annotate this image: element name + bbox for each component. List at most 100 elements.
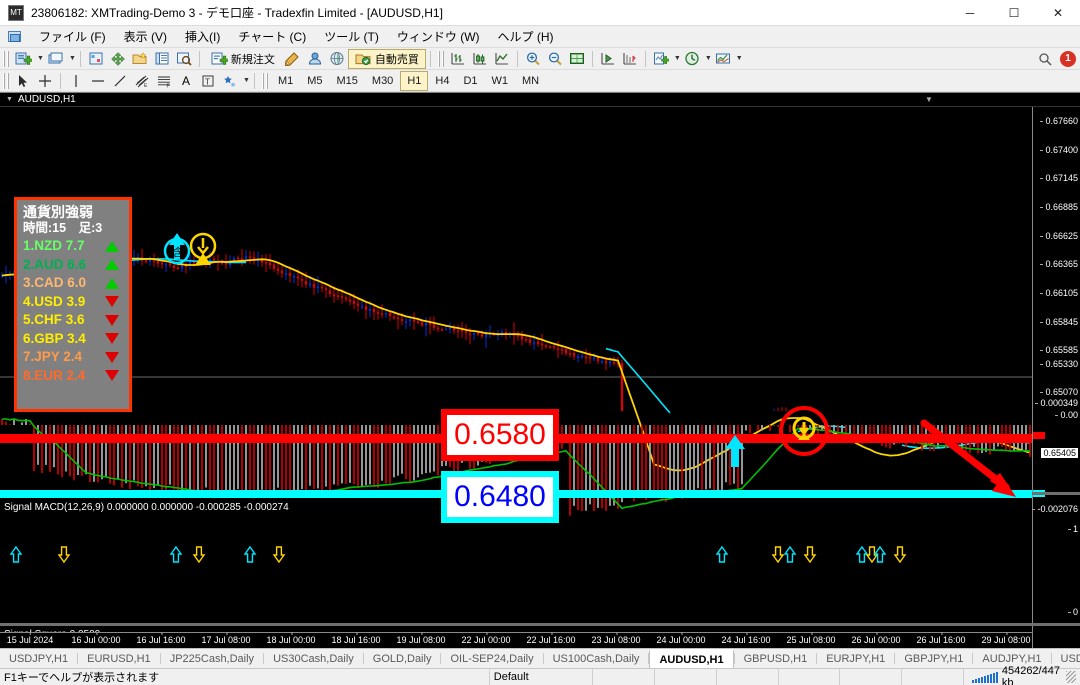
- templates-button[interactable]: [712, 49, 734, 69]
- timeframe-d1[interactable]: D1: [456, 71, 484, 91]
- currency-strength-row: 1.NZD 7.7: [23, 237, 123, 256]
- time-axis-label: 16 Jul 16:00: [136, 632, 186, 645]
- menu-window[interactable]: ウィンドウ (W): [388, 25, 489, 48]
- new-chart-button[interactable]: [12, 49, 35, 69]
- chart-collapse-icon[interactable]: ▼: [925, 95, 933, 104]
- timeframe-m30[interactable]: M30: [365, 71, 400, 91]
- zoom-out-button[interactable]: [544, 49, 566, 69]
- time-axis-label: 15 Jul 2024: [6, 632, 54, 645]
- line-chart-button[interactable]: [491, 49, 513, 69]
- timeframe-m15[interactable]: M15: [330, 71, 365, 91]
- menu-charts[interactable]: チャート (C): [229, 25, 315, 48]
- chart-tab[interactable]: EURJPY,H1: [817, 649, 894, 668]
- timeframe-mn[interactable]: MN: [515, 71, 546, 91]
- chart-shift-button[interactable]: [597, 49, 619, 69]
- candlestick-chart-button[interactable]: [469, 49, 491, 69]
- navigator-button[interactable]: [129, 49, 151, 69]
- text-button[interactable]: A: [175, 71, 197, 91]
- menu-help[interactable]: ヘルプ (H): [489, 25, 563, 48]
- new-order-button[interactable]: 新規注文: [204, 49, 282, 69]
- toolbar-grip[interactable]: [3, 50, 9, 67]
- price-axis-tick: 0.00: [1055, 410, 1078, 420]
- profiles-dropdown-icon[interactable]: ▼: [69, 55, 76, 62]
- profiles-button[interactable]: [44, 49, 67, 69]
- chart-area[interactable]: ▼ AUDUSD,H1 ▼ Signal MACD(12,26,9) 0.000…: [0, 92, 1080, 648]
- chart-tab[interactable]: GBPUSD,H1: [735, 649, 817, 668]
- templates-dropdown-icon[interactable]: ▼: [736, 55, 743, 62]
- status-cell-4: [779, 668, 841, 685]
- toolbar-separator-5: [591, 50, 593, 67]
- triangle-up-icon: [105, 240, 119, 252]
- timeframes-button[interactable]: [681, 49, 703, 69]
- time-axis-label: 19 Jul 08:00: [396, 632, 446, 645]
- metaeditor-button[interactable]: [282, 49, 304, 69]
- text-label-button[interactable]: T: [197, 71, 219, 91]
- crosshair-button[interactable]: [34, 71, 56, 91]
- timeframe-w1[interactable]: W1: [485, 71, 516, 91]
- mql5-community-button[interactable]: [326, 49, 348, 69]
- market-watch-button[interactable]: [85, 49, 107, 69]
- tile-windows-button[interactable]: [566, 49, 588, 69]
- chart-tab[interactable]: USDJPY,H1: [0, 649, 77, 668]
- timeframe-m5[interactable]: M5: [300, 71, 329, 91]
- currency-strength-row: 2.AUD 6.6: [23, 256, 123, 275]
- status-traffic-label: 454262/447 kb: [1001, 665, 1060, 685]
- vertical-line-button[interactable]: [65, 71, 87, 91]
- pane-splitter-signal[interactable]: [0, 623, 1080, 626]
- horizontal-line-button[interactable]: [87, 71, 109, 91]
- shapes-button[interactable]: [219, 71, 241, 91]
- trendline-button[interactable]: [109, 71, 131, 91]
- chart-tab[interactable]: AUDUSD,H1: [649, 649, 734, 668]
- equidistant-channel-button[interactable]: E: [131, 71, 153, 91]
- expert-advisors-button[interactable]: [304, 49, 326, 69]
- chart-window-header: ▼ AUDUSD,H1: [0, 93, 1080, 107]
- chart-tab[interactable]: US100Cash,Daily: [544, 649, 649, 668]
- restore-window-icon[interactable]: [6, 29, 24, 45]
- strategy-tester-button[interactable]: [173, 49, 195, 69]
- chart-tab[interactable]: GOLD,Daily: [364, 649, 441, 668]
- time-axis[interactable]: 15 Jul 2024 16 Jul 00:00 16 Jul 16:00 17 Ju…: [0, 632, 1032, 648]
- metatrader-window: MT 23806182: XMTrading-Demo 3 - デモ口座 - T…: [0, 0, 1080, 685]
- toolbar-grip-2[interactable]: [437, 50, 444, 67]
- menu-file[interactable]: ファイル (F): [30, 25, 115, 48]
- data-window-button[interactable]: [107, 49, 129, 69]
- chart-tab[interactable]: OIL-SEP24,Daily: [441, 649, 542, 668]
- menu-view[interactable]: 表示 (V): [115, 25, 176, 48]
- auto-trading-button[interactable]: 自動売買: [347, 48, 426, 69]
- resize-grip-icon[interactable]: [1066, 671, 1076, 683]
- maximize-button[interactable]: ☐: [992, 0, 1036, 26]
- close-button[interactable]: ✕: [1036, 0, 1080, 26]
- indicators-dropdown-icon[interactable]: ▼: [674, 55, 681, 62]
- chart-tab[interactable]: EURUSD,H1: [78, 649, 160, 668]
- menu-insert[interactable]: 挿入(I): [176, 25, 229, 48]
- minimize-button[interactable]: ─: [948, 0, 992, 26]
- timeframe-h1[interactable]: H1: [400, 70, 429, 91]
- price-axis[interactable]: 0.679200.676600.674000.671450.668850.666…: [1032, 93, 1080, 648]
- auto-scroll-button[interactable]: [619, 49, 641, 69]
- timeframe-m1[interactable]: M1: [271, 71, 300, 91]
- shapes-dropdown-icon[interactable]: ▼: [243, 77, 250, 84]
- search-icon[interactable]: [1034, 49, 1056, 69]
- menu-tools[interactable]: ツール (T): [315, 25, 388, 48]
- chart-tab[interactable]: US30Cash,Daily: [264, 649, 363, 668]
- chart-tab[interactable]: GBPJPY,H1: [895, 649, 972, 668]
- timeframes-dropdown-icon[interactable]: ▼: [705, 55, 712, 62]
- chart-tabs[interactable]: USDJPY,H1 EURUSD,H1 JP225Cash,Daily US30Cas…: [0, 648, 1080, 668]
- timeframe-h4[interactable]: H4: [428, 71, 456, 91]
- status-profile[interactable]: Default: [490, 668, 594, 685]
- chart-menu-icon[interactable]: ▼: [6, 96, 13, 103]
- indicators-button[interactable]: [650, 49, 672, 69]
- svg-text:E: E: [144, 83, 148, 88]
- zoom-in-button[interactable]: [522, 49, 544, 69]
- tools-grip[interactable]: [3, 72, 9, 89]
- bar-chart-button[interactable]: [447, 49, 469, 69]
- toolbar-separator-4: [516, 50, 518, 67]
- chart-tab[interactable]: JP225Cash,Daily: [161, 649, 263, 668]
- new-chart-dropdown-icon[interactable]: ▼: [37, 55, 44, 62]
- fibonacci-button[interactable]: F: [153, 71, 175, 91]
- terminal-button[interactable]: [151, 49, 173, 69]
- notification-badge[interactable]: 1: [1060, 50, 1076, 67]
- cursor-button[interactable]: [12, 71, 34, 91]
- timeframe-grip[interactable]: [261, 72, 268, 89]
- triangle-down-icon: [105, 314, 119, 326]
